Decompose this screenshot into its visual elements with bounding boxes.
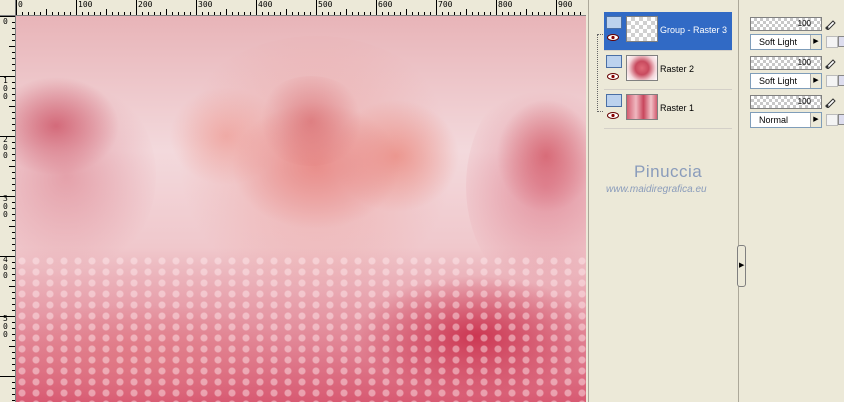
layer-icon (606, 55, 622, 68)
brush-icon[interactable] (824, 96, 836, 108)
layer-properties-panel: 100 Soft Light ▶ 100 Soft Light ▶ 100 Norm… (748, 0, 844, 402)
ruler-top: 0 100 200 300 400 500 600 700 800 900 (0, 0, 586, 16)
ruler-top-label-500: 500 (318, 0, 333, 9)
blend-mode-value: Normal (759, 115, 789, 125)
ruler-top-label-700: 700 (438, 0, 453, 9)
dropdown-arrow-icon: ▶ (810, 74, 821, 88)
lock-icon[interactable] (826, 75, 838, 87)
opacity-slider[interactable]: 100 (750, 17, 822, 31)
ruler-top-label-400: 400 (258, 0, 273, 9)
ruler-top-label-900: 900 (558, 0, 573, 9)
opacity-slider[interactable]: 100 (750, 56, 822, 70)
lock-icon[interactable] (826, 114, 838, 126)
ruler-corner (0, 0, 16, 16)
ruler-left-label-200: 2 0 0 (3, 135, 13, 160)
mask-icon[interactable] (838, 114, 844, 125)
chevron-right-icon: ▶ (739, 262, 745, 269)
blend-mode-select[interactable]: Soft Light ▶ (750, 34, 822, 50)
layer-props-raster-1: 100 Normal ▶ (750, 94, 844, 132)
ruler-top-label-600: 600 (378, 0, 393, 9)
opacity-value: 100 (797, 58, 811, 67)
dot-floor-pattern (16, 256, 586, 402)
mask-icon[interactable] (838, 75, 844, 86)
dropdown-arrow-icon: ▶ (810, 35, 821, 49)
ruler-left: 0 1 0 0 2 0 0 3 0 0 4 0 0 5 0 0 (0, 15, 16, 402)
layer-props-group-raster-3: 100 Soft Light ▶ (750, 16, 844, 54)
opacity-value: 100 (797, 19, 811, 28)
layer-thumbnail (626, 94, 658, 120)
group-bracket (597, 34, 603, 112)
eye-icon[interactable] (607, 34, 619, 41)
ruler-top-label-800: 800 (498, 0, 513, 9)
panel-divider[interactable] (588, 0, 589, 402)
rose-center (256, 76, 366, 166)
ruler-left-label-300: 3 0 0 (3, 194, 13, 219)
layer-thumbnail (626, 55, 658, 81)
eye-icon[interactable] (607, 73, 619, 80)
layer-row-raster-2[interactable]: Raster 2 (604, 51, 732, 90)
ruler-left-label-100: 1 0 0 (3, 76, 13, 101)
layer-thumbnail (626, 16, 658, 42)
ruler-left-label-500: 5 0 0 (3, 314, 13, 339)
opacity-value: 100 (797, 97, 811, 106)
ruler-top-label-200: 200 (138, 0, 153, 9)
blend-mode-select[interactable]: Soft Light ▶ (750, 73, 822, 89)
blend-mode-value: Soft Light (759, 37, 798, 47)
collapse-handle[interactable]: ▶ (737, 245, 746, 287)
layer-icon (606, 16, 622, 29)
ruler-top-label-100: 100 (78, 0, 93, 9)
panel-divider-right (738, 0, 739, 402)
mask-icon[interactable] (838, 36, 844, 47)
brush-icon[interactable] (824, 57, 836, 69)
blend-mode-value: Soft Light (759, 76, 798, 86)
ruler-left-label-0: 0 (3, 17, 8, 26)
ruler-top-label-300: 300 (198, 0, 213, 9)
layers-palette: Group - Raster 3 Raster 2 Raster 1 Pinuc… (594, 0, 738, 402)
ruler-top-label-0: 0 (18, 0, 23, 9)
image-canvas[interactable] (16, 16, 586, 402)
layer-name: Raster 2 (660, 64, 695, 74)
ruler-left-label-400: 4 0 0 (3, 255, 13, 280)
lock-icon[interactable] (826, 36, 838, 48)
eye-icon[interactable] (607, 112, 619, 119)
watermark-url: www.maidiregrafica.eu (606, 184, 707, 195)
layer-props-raster-2: 100 Soft Light ▶ (750, 55, 844, 93)
layer-name: Raster 1 (660, 103, 695, 113)
watermark-name: Pinuccia (634, 162, 703, 181)
blend-mode-select[interactable]: Normal ▶ (750, 112, 822, 128)
layer-row-raster-1[interactable]: Raster 1 (604, 90, 732, 129)
brush-icon[interactable] (824, 18, 836, 30)
layer-icon (606, 94, 622, 107)
rose-left (16, 76, 156, 276)
dropdown-arrow-icon: ▶ (810, 113, 821, 127)
layer-row-group-raster-3[interactable]: Group - Raster 3 (604, 12, 732, 51)
opacity-slider[interactable]: 100 (750, 95, 822, 109)
layer-name: Group - Raster 3 (660, 25, 728, 35)
